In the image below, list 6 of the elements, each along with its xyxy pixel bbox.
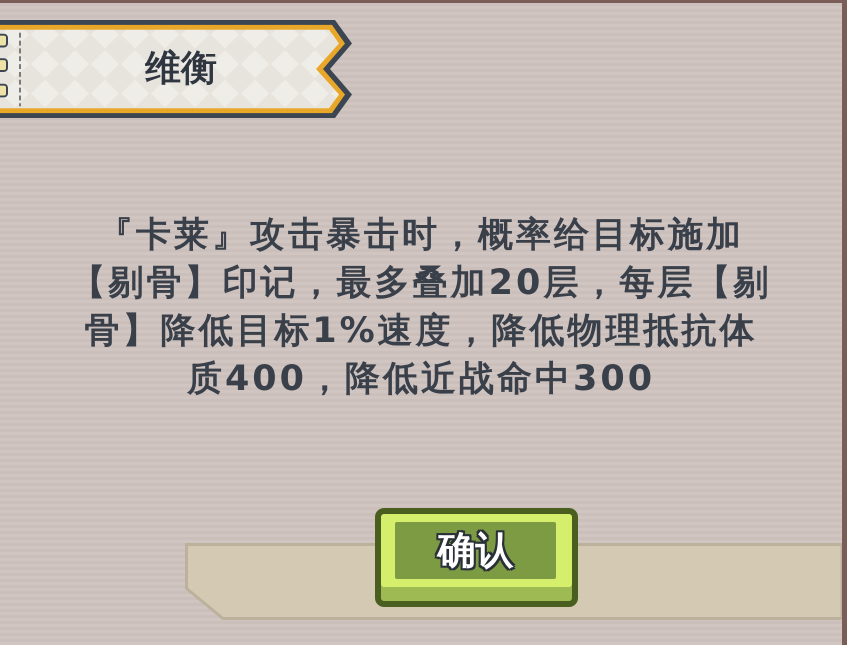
description-text: 『卡莱』攻击暴击时，概率给目标施加【剔骨】印记，最多叠加20层，每层【剔骨】降低目标1%速度，降低物理抵抗体质400，降低近战命中300	[70, 214, 772, 401]
dialog-title: 维衡	[145, 47, 217, 91]
rivet-icon	[0, 84, 8, 98]
rivet-icon	[0, 34, 8, 48]
confirm-button[interactable]: 确认	[375, 508, 578, 607]
rivet-icon	[0, 58, 8, 72]
